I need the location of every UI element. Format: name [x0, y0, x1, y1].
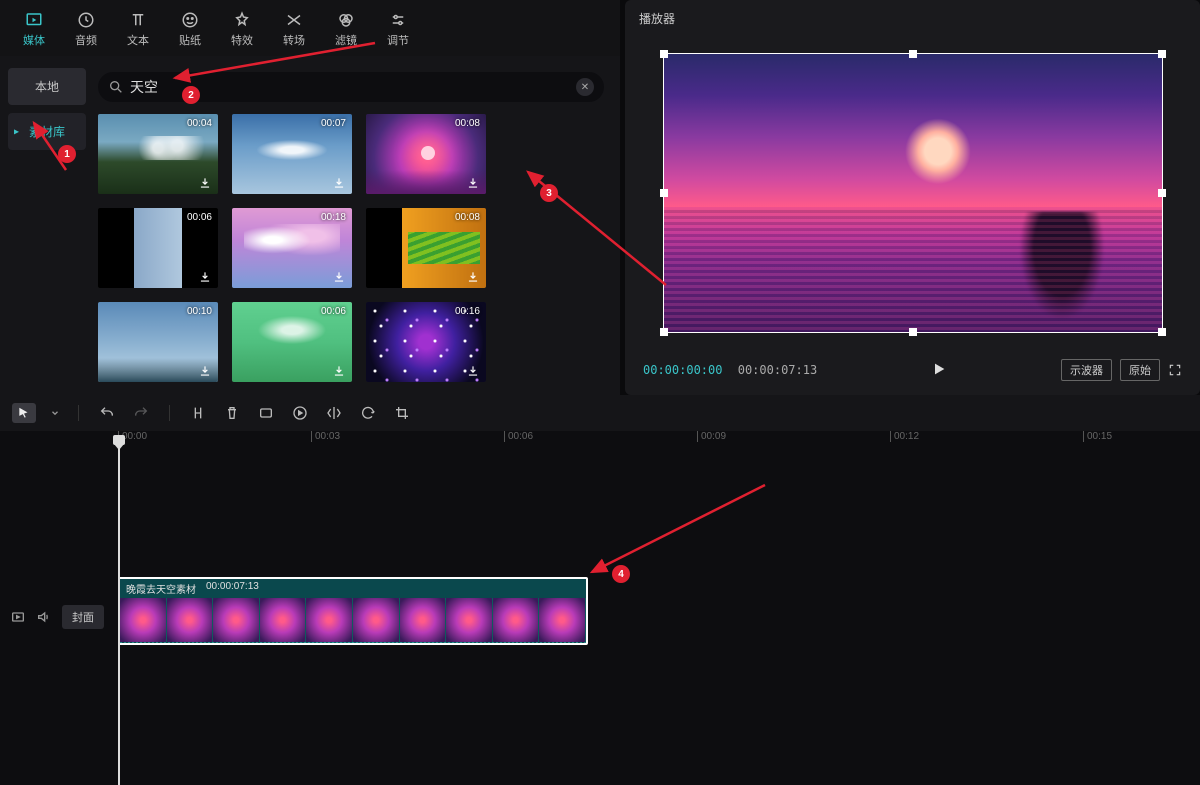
video-clip[interactable]: 晚霞去天空素材 00:00:07:13	[118, 577, 588, 645]
timeline-toolbar	[0, 395, 1200, 431]
playhead[interactable]	[118, 435, 120, 785]
original-button[interactable]: 原始	[1120, 359, 1160, 381]
download-icon[interactable]	[466, 176, 480, 190]
preview-image	[664, 54, 1162, 332]
clear-search-button[interactable]: ✕	[576, 78, 594, 96]
fullscreen-icon[interactable]	[1168, 363, 1182, 377]
download-icon[interactable]	[466, 364, 480, 378]
audio-icon	[60, 10, 112, 30]
download-icon[interactable]	[198, 176, 212, 190]
asset-thumb[interactable]: 00:16	[366, 302, 486, 382]
timeline-panel: 00:00 00:03 00:06 00:09 00:12 00:15 封面 晚…	[0, 395, 1200, 785]
download-icon[interactable]	[332, 364, 346, 378]
filter-icon	[320, 10, 372, 30]
freeze-button[interactable]	[256, 403, 276, 423]
media-icon	[8, 10, 60, 30]
sticker-icon	[164, 10, 216, 30]
asset-thumb[interactable]: 00:08	[366, 208, 486, 288]
cover-button[interactable]: 封面	[62, 605, 104, 629]
asset-thumb[interactable]: 00:06	[98, 208, 218, 288]
speed-button[interactable]	[290, 403, 310, 423]
tab-text[interactable]: 文本	[112, 4, 164, 56]
tab-media[interactable]: 媒体	[8, 4, 60, 56]
asset-thumb[interactable]: 00:08	[366, 114, 486, 194]
side-tab-local[interactable]: 本地	[8, 68, 86, 105]
preview-panel: 播放器 00:00:00:00 00:00:07:13 示波器 原始	[625, 0, 1200, 395]
download-icon[interactable]	[332, 270, 346, 284]
adjust-icon	[372, 10, 424, 30]
oscilloscope-button[interactable]: 示波器	[1061, 359, 1112, 381]
chevron-down-icon[interactable]	[50, 408, 60, 418]
clip-duration: 00:00:07:13	[206, 581, 259, 596]
delete-button[interactable]	[222, 403, 242, 423]
effect-icon	[216, 10, 268, 30]
timecode: 00:00:00:00 00:00:07:13	[643, 363, 817, 377]
callout-3: 3	[540, 184, 558, 202]
download-icon[interactable]	[198, 364, 212, 378]
text-icon	[112, 10, 164, 30]
mirror-button[interactable]	[324, 403, 344, 423]
redo-button[interactable]	[131, 403, 151, 423]
visibility-icon[interactable]	[10, 609, 26, 625]
download-icon[interactable]	[466, 270, 480, 284]
tab-label: 媒体	[8, 32, 60, 48]
crop-button[interactable]	[392, 403, 412, 423]
preview-canvas[interactable]	[663, 53, 1163, 333]
transition-icon	[268, 10, 320, 30]
split-button[interactable]	[188, 403, 208, 423]
asset-thumb[interactable]: 00:10	[98, 302, 218, 382]
tab-audio[interactable]: 音频	[60, 4, 112, 56]
select-tool[interactable]	[12, 403, 36, 423]
download-icon[interactable]	[198, 270, 212, 284]
callout-1: 1	[58, 145, 76, 163]
play-button[interactable]	[931, 361, 947, 380]
callout-4: 4	[612, 565, 630, 583]
callout-2: 2	[182, 86, 200, 104]
mute-icon[interactable]	[36, 609, 52, 625]
asset-thumb[interactable]: 00:04	[98, 114, 218, 194]
search-icon	[108, 79, 124, 95]
asset-thumb[interactable]: 00:07	[232, 114, 352, 194]
download-icon[interactable]	[332, 176, 346, 190]
undo-button[interactable]	[97, 403, 117, 423]
asset-thumb[interactable]: 00:06	[232, 302, 352, 382]
asset-thumb[interactable]: 00:18	[232, 208, 352, 288]
rotate-button[interactable]	[358, 403, 378, 423]
clip-name: 晚霞去天空素材	[126, 581, 196, 596]
time-ruler[interactable]: 00:00 00:03 00:06 00:09 00:12 00:15	[118, 431, 1200, 453]
preview-title: 播放器	[625, 0, 1200, 37]
